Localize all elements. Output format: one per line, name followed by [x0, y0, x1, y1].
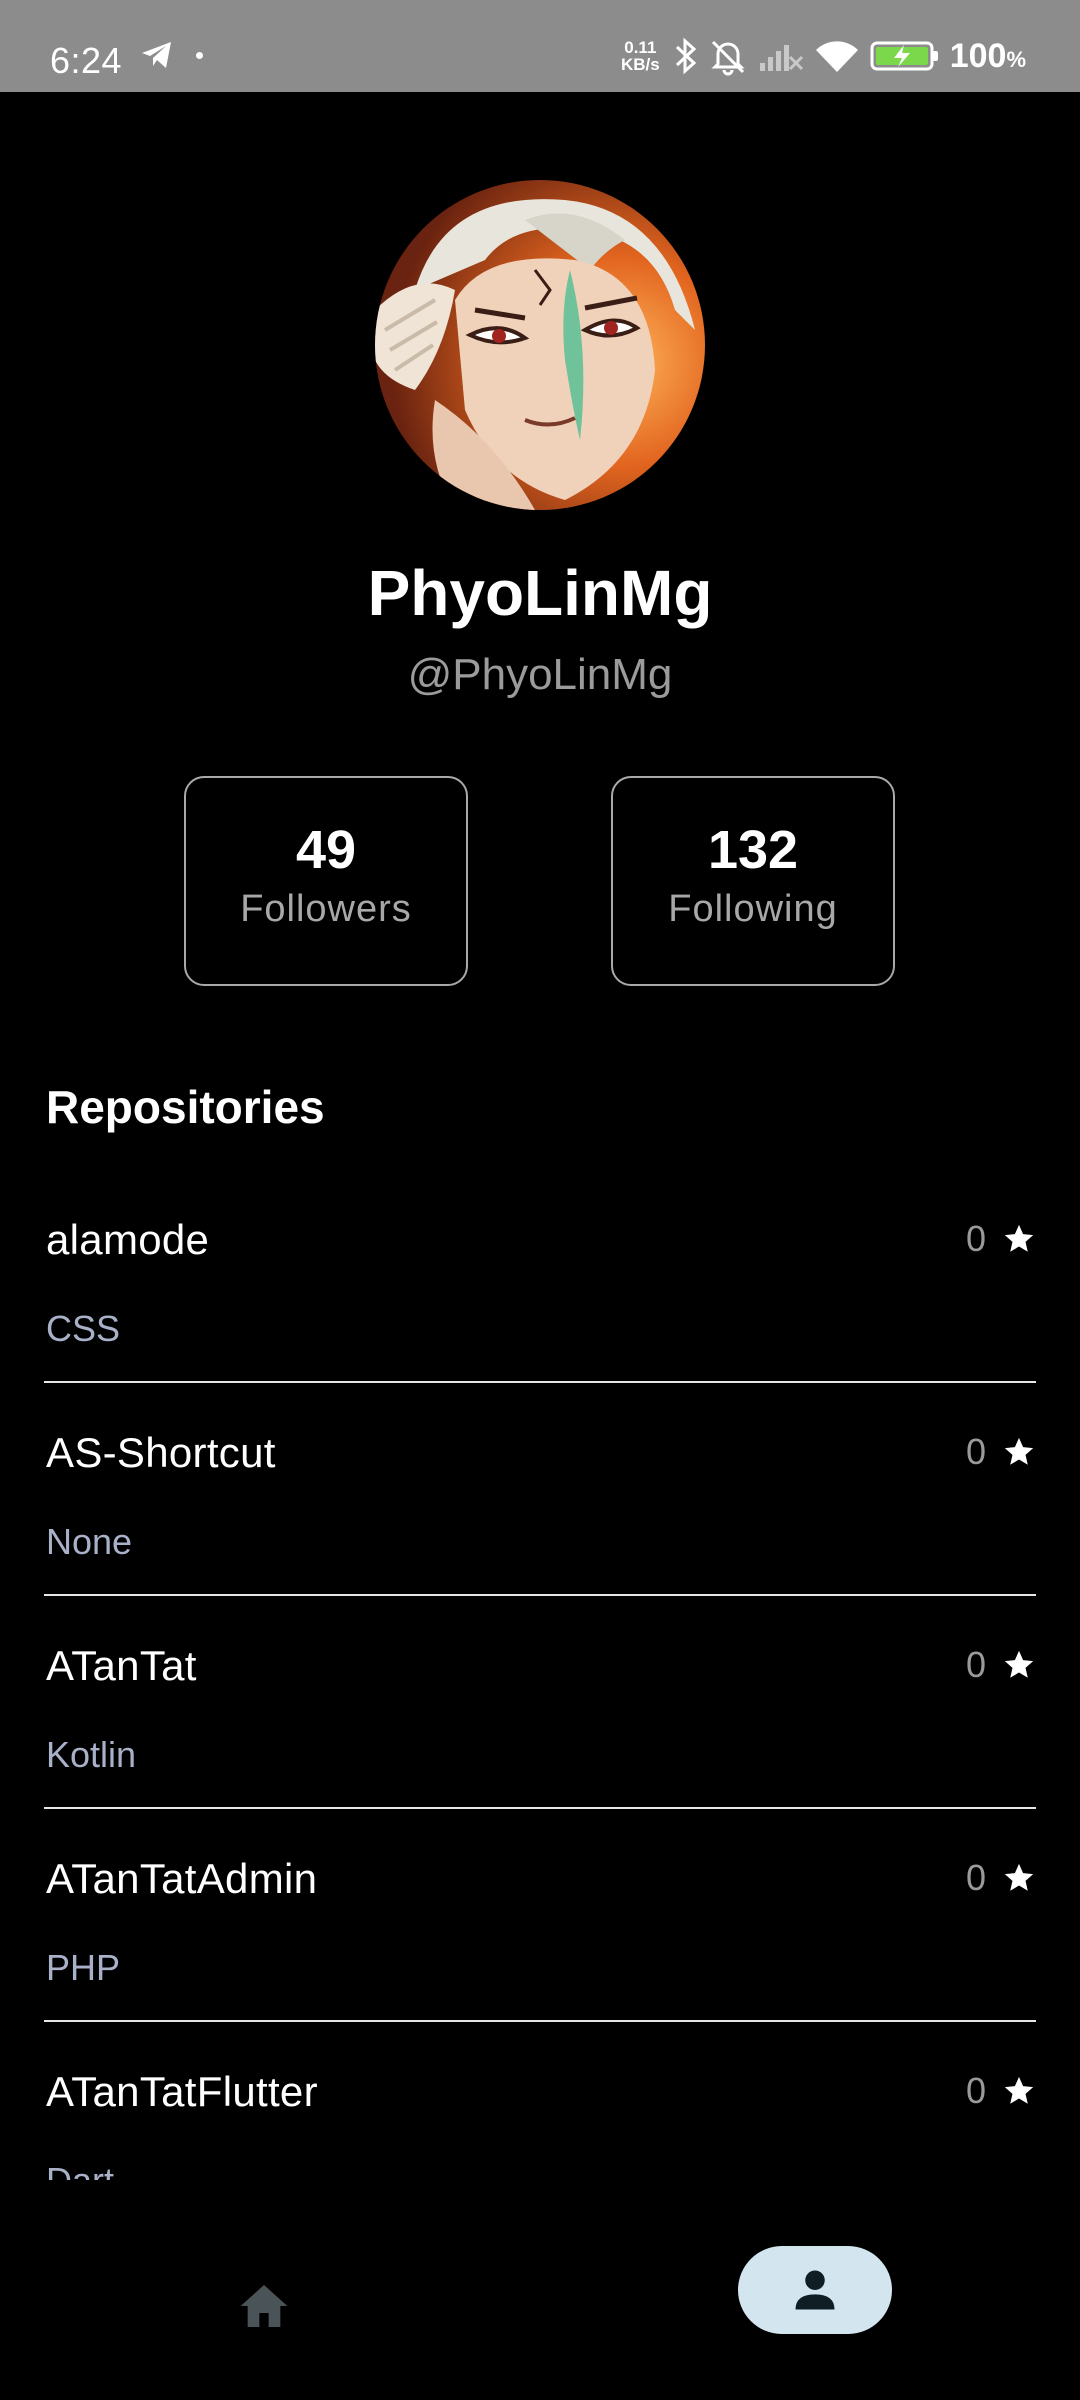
profile-name: PhyoLinMg [367, 557, 713, 629]
bottom-navigation [0, 2190, 1080, 2400]
repository-list[interactable]: alamode 0 CSS AS-Shortcut 0 None ATanTat… [44, 1170, 1036, 2180]
star-count: 0 [965, 2070, 986, 2111]
repository-language: None [46, 1521, 133, 1562]
following-label: Following [668, 888, 838, 930]
repository-name: ATanTatAdmin [46, 1855, 318, 1902]
repository-stars: 0 [966, 1857, 1036, 1899]
star-icon [1004, 1437, 1034, 1465]
muted-bell-icon [711, 40, 745, 76]
repository-item[interactable]: ATanTatFlutter 0 Dart [44, 2022, 1036, 2180]
bluetooth-icon [675, 37, 696, 75]
person-icon [795, 2270, 835, 2310]
star-count: 0 [965, 1857, 986, 1898]
repository-item[interactable]: ATanTatAdmin 0 PHP [44, 1809, 1036, 2022]
repository-item[interactable]: alamode 0 CSS [44, 1170, 1036, 1383]
home-icon [240, 2285, 288, 2327]
star-icon [1004, 1224, 1034, 1252]
repository-language: Kotlin [46, 1734, 137, 1775]
repository-stars: 0 [966, 2070, 1036, 2112]
following-card[interactable]: 132 Following [611, 776, 895, 986]
star-icon [1004, 2076, 1034, 2104]
network-speed: 0.11 KB/s [620, 38, 660, 74]
repository-stars: 0 [966, 1431, 1036, 1473]
star-icon [1004, 1650, 1034, 1678]
signal-off-icon [759, 45, 803, 71]
followers-label: Followers [240, 888, 412, 930]
battery-charging-icon [870, 41, 938, 71]
repository-stars: 0 [966, 1218, 1036, 1260]
repository-stars: 0 [966, 1644, 1036, 1686]
repository-name: alamode [46, 1216, 210, 1263]
wifi-icon [815, 41, 858, 72]
star-icon [1004, 1863, 1034, 1891]
repository-name: ATanTatFlutter [46, 2068, 318, 2115]
nav-home-button[interactable] [214, 2256, 314, 2356]
battery-level: 100% [949, 36, 1026, 75]
followers-card[interactable]: 49 Followers [184, 776, 468, 986]
telegram-icon [142, 42, 171, 68]
star-count: 0 [965, 1431, 986, 1472]
repository-name: ATanTat [46, 1642, 197, 1689]
notification-dot-icon [196, 51, 203, 59]
repositories-title: Repositories [46, 1081, 325, 1133]
repository-item[interactable]: AS-Shortcut 0 None [44, 1383, 1036, 1596]
followers-count: 49 [295, 820, 357, 880]
repository-language: PHP [46, 1947, 121, 1988]
status-bar: 6:24 0.11 KB/s 100 % [0, 0, 1080, 92]
repository-language: CSS [46, 1308, 121, 1349]
star-count: 0 [965, 1218, 986, 1259]
star-count: 0 [965, 1644, 986, 1685]
repository-language: Dart [46, 2160, 114, 2180]
avatar-image [375, 180, 705, 510]
nav-profile-button[interactable] [738, 2246, 892, 2334]
repository-item[interactable]: ATanTat 0 Kotlin [44, 1596, 1036, 1809]
following-count: 132 [707, 820, 799, 880]
repository-name: AS-Shortcut [46, 1429, 276, 1476]
status-time: 6:24 [50, 40, 123, 81]
avatar [375, 180, 705, 510]
profile-handle: @PhyoLinMg [407, 650, 673, 699]
